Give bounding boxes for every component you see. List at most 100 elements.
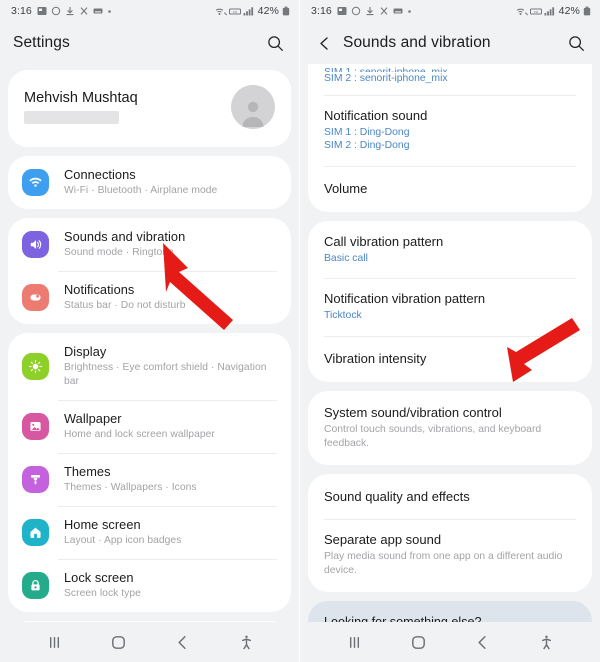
profile-card[interactable]: Mehvish Mushtaq: [8, 70, 291, 147]
settings-item-text: Connections Wi-Fi · Bluetooth · Airplane…: [64, 167, 217, 198]
paint-brush-icon: [22, 466, 49, 493]
status-time: 3:16: [311, 5, 332, 17]
item-value: Ticktock: [324, 310, 362, 321]
item-title: Home screen: [64, 517, 141, 532]
accessibility-icon[interactable]: [233, 629, 259, 655]
sounds-and-vibration-list[interactable]: SIM 1 : senorit-iphone_mix SIM 2 : senor…: [300, 64, 600, 622]
chevron-left-icon[interactable]: [313, 32, 335, 54]
right-app-bar: Sounds and vibration: [300, 22, 600, 64]
home-icon[interactable]: [405, 629, 431, 655]
wifi-icon: [22, 169, 49, 196]
wifi-calling-icon: [215, 6, 227, 16]
battery-percent: 42%: [558, 5, 580, 17]
item-title: Vibration intensity: [324, 350, 427, 366]
settings-item-connections[interactable]: Connections Wi-Fi · Bluetooth · Airplane…: [8, 156, 291, 209]
item-separate-app-sound[interactable]: Separate app sound Play media sound from…: [308, 518, 592, 592]
home-icon: [22, 519, 49, 546]
download-icon: [365, 6, 375, 16]
status-left-icons: [37, 6, 112, 16]
settings-item-text: Display Brightness · Eye comfort shield …: [64, 344, 275, 389]
brightness-icon: [22, 353, 49, 380]
navigation-bar-left[interactable]: [0, 622, 299, 662]
circle-icon: [51, 6, 61, 16]
dot-icon: [107, 9, 112, 14]
item-subtitle: Screen lock type: [64, 588, 141, 599]
item-value: Basic call: [324, 252, 368, 264]
item-subtitle: Control touch sounds, vibrations, and ke…: [324, 423, 542, 449]
item-value-sim1: SIM 1 : Ding-Dong: [324, 126, 410, 138]
item-subtitle: Wi-Fi · Bluetooth · Airplane mode: [64, 185, 218, 196]
settings-item-text: Wallpaper Home and lock screen wallpaper: [64, 411, 215, 442]
settings-item-home-screen[interactable]: Home screen Layout · App icon badges: [8, 506, 291, 559]
circle-icon: [351, 6, 361, 16]
item-title: Sounds and vibration: [64, 229, 186, 244]
item-value-sim2: SIM 2 : Ding-Dong: [324, 140, 410, 151]
search-icon[interactable]: [566, 33, 587, 54]
back-icon[interactable]: [169, 629, 195, 655]
item-title: Wallpaper: [64, 411, 122, 426]
vowifi-icon: vo: [228, 6, 241, 16]
item-subtitle: Layout · App icon badges: [64, 535, 182, 546]
status-bar-left: 3:16 vo 42%: [0, 0, 299, 22]
speaker-icon: [22, 231, 49, 258]
wifi-calling-icon: [516, 6, 528, 16]
home-icon[interactable]: [105, 629, 131, 655]
search-icon[interactable]: [265, 33, 286, 54]
avatar[interactable]: [231, 85, 275, 129]
clipped-ringtone-row[interactable]: SIM 1 : senorit-iphone_mix SIM 2 : senor…: [308, 64, 592, 212]
item-title: Lock screen: [64, 570, 134, 585]
picture-icon: [22, 413, 49, 440]
looking-for-something-else-card: Looking for something else? Alert when p…: [308, 600, 592, 622]
item-system-sound-vibration-control[interactable]: System sound/vibration control Control t…: [308, 391, 592, 465]
item-title: Call vibration pattern: [324, 233, 444, 249]
back-icon[interactable]: [469, 629, 495, 655]
accessibility-icon[interactable]: [533, 629, 559, 655]
item-subtitle: Home and lock screen wallpaper: [64, 429, 215, 440]
signal-bars-icon: [243, 6, 254, 16]
settings-item-lock-screen[interactable]: Lock screen Screen lock type: [8, 559, 291, 612]
signal-bars-icon: [544, 6, 555, 16]
item-sound-quality-and-effects[interactable]: Sound quality and effects: [308, 474, 592, 519]
settings-item-display[interactable]: Display Brightness · Eye comfort shield …: [8, 333, 291, 400]
notification-bell-icon: [22, 284, 49, 311]
recents-icon[interactable]: [41, 629, 67, 655]
settings-item-text: Themes Themes · Wallpapers · Icons: [64, 464, 197, 495]
right-phone-screen: 3:16 vo 42% Sounds and vibration SIM 2:…: [300, 0, 600, 662]
settings-item-notifications[interactable]: Notifications Status bar · Do not distur…: [8, 271, 291, 324]
dot-icon: [407, 9, 412, 14]
svg-text:vo: vo: [533, 9, 538, 14]
settings-item-text: Sounds and vibration Sound mode · Ringto…: [64, 229, 185, 260]
profile-row[interactable]: Mehvish Mushtaq: [8, 70, 291, 147]
page-title: Sounds and vibration: [343, 34, 491, 51]
download-icon: [65, 6, 75, 16]
left-settings-list[interactable]: Mehvish Mushtaq Connections Wi-Fi · Blue…: [0, 64, 299, 622]
settings-item-text: Notifications Status bar · Do not distur…: [64, 282, 186, 313]
settings-item-themes[interactable]: Themes Themes · Wallpapers · Icons: [8, 453, 291, 506]
scissors-icon: [79, 6, 89, 16]
item-title: Volume: [324, 180, 368, 196]
item-vibration-intensity[interactable]: Vibration intensity: [308, 335, 592, 382]
settings-item-wallpaper[interactable]: Wallpaper Home and lock screen wallpaper: [8, 400, 291, 453]
item-notification-vibration-pattern[interactable]: Notification vibration pattern Ticktock: [308, 278, 592, 336]
status-time: 3:16: [11, 5, 32, 17]
settings-group-display: Display Brightness · Eye comfort shield …: [8, 333, 291, 612]
battery-icon: [282, 6, 290, 16]
profile-email-redacted: [24, 111, 119, 124]
keyboard-icon: [393, 6, 403, 16]
item-subtitle: Status bar · Do not disturb: [64, 300, 186, 311]
item-title: Notifications: [64, 282, 135, 297]
system-sound-group: System sound/vibration control Control t…: [308, 390, 592, 465]
vowifi-icon: vo: [529, 6, 542, 16]
item-notification-sound[interactable]: Notification sound SIM 1 : Ding-Dong SIM…: [308, 94, 592, 166]
settings-group-sound-notifications: Sounds and vibration Sound mode · Ringto…: [8, 218, 291, 324]
status-bar-right: 3:16 vo 42%: [300, 0, 600, 22]
navigation-bar-right[interactable]: [300, 622, 600, 662]
lock-icon: [22, 572, 49, 599]
dual-screenshot: 3:16 vo 42% Settings Mehvish Mushtaq Con…: [0, 0, 600, 662]
item-call-vibration-pattern[interactable]: Call vibration pattern Basic call: [308, 221, 592, 279]
item-title: System sound/vibration control: [324, 404, 502, 420]
item-volume[interactable]: Volume: [308, 165, 592, 212]
settings-item-sounds-and-vibration[interactable]: Sounds and vibration Sound mode · Ringto…: [8, 218, 291, 271]
recents-icon[interactable]: [341, 629, 367, 655]
status-right-icons: vo 42%: [516, 5, 591, 17]
